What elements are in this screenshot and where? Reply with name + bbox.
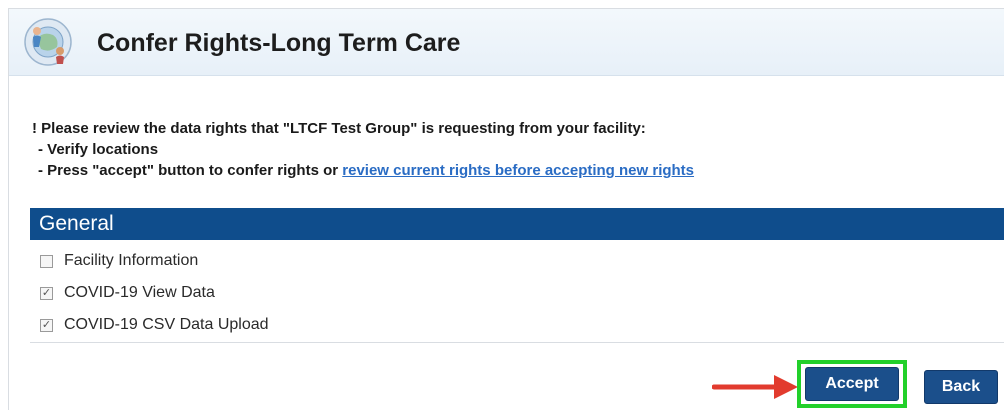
right-item-covid-csv-upload[interactable]: COVID-19 CSV Data Upload <box>40 313 269 337</box>
covid-csv-upload-checkbox[interactable] <box>40 318 53 332</box>
right-item-label: Facility Information <box>64 252 199 269</box>
notice-step-verify: - Verify locations <box>38 141 159 158</box>
review-current-rights-link[interactable]: review current rights before accepting n… <box>342 162 694 179</box>
back-button[interactable]: Back <box>924 370 998 404</box>
notice-step-accept: - Press "accept" button to confer rights… <box>32 160 694 181</box>
rights-request-notice: ! Please review the data rights that "LT… <box>32 118 694 181</box>
notice-step-accept-text: - Press "accept" button to confer rights… <box>38 162 343 179</box>
accept-button[interactable]: Accept <box>805 367 899 401</box>
right-item-label: COVID-19 View Data <box>64 284 215 301</box>
facility-information-checkbox[interactable] <box>40 254 53 268</box>
accept-button-highlight: Accept <box>797 360 907 408</box>
right-item-label: COVID-19 CSV Data Upload <box>64 316 269 333</box>
nhsn-logo-icon <box>24 18 72 66</box>
right-item-covid-view-data[interactable]: COVID-19 View Data <box>40 281 215 305</box>
red-arrow-icon <box>712 375 798 399</box>
rights-list: Facility Information COVID-19 View Data … <box>30 240 1004 343</box>
covid-view-data-checkbox[interactable] <box>40 286 53 300</box>
page-title: Confer Rights-Long Term Care <box>97 29 461 57</box>
page-header: Confer Rights-Long Term Care <box>9 9 1004 76</box>
right-item-facility-information[interactable]: Facility Information <box>40 249 198 273</box>
section-header-general: General <box>30 208 1004 240</box>
notice-intro: ! Please review the data rights that "LT… <box>32 120 646 137</box>
